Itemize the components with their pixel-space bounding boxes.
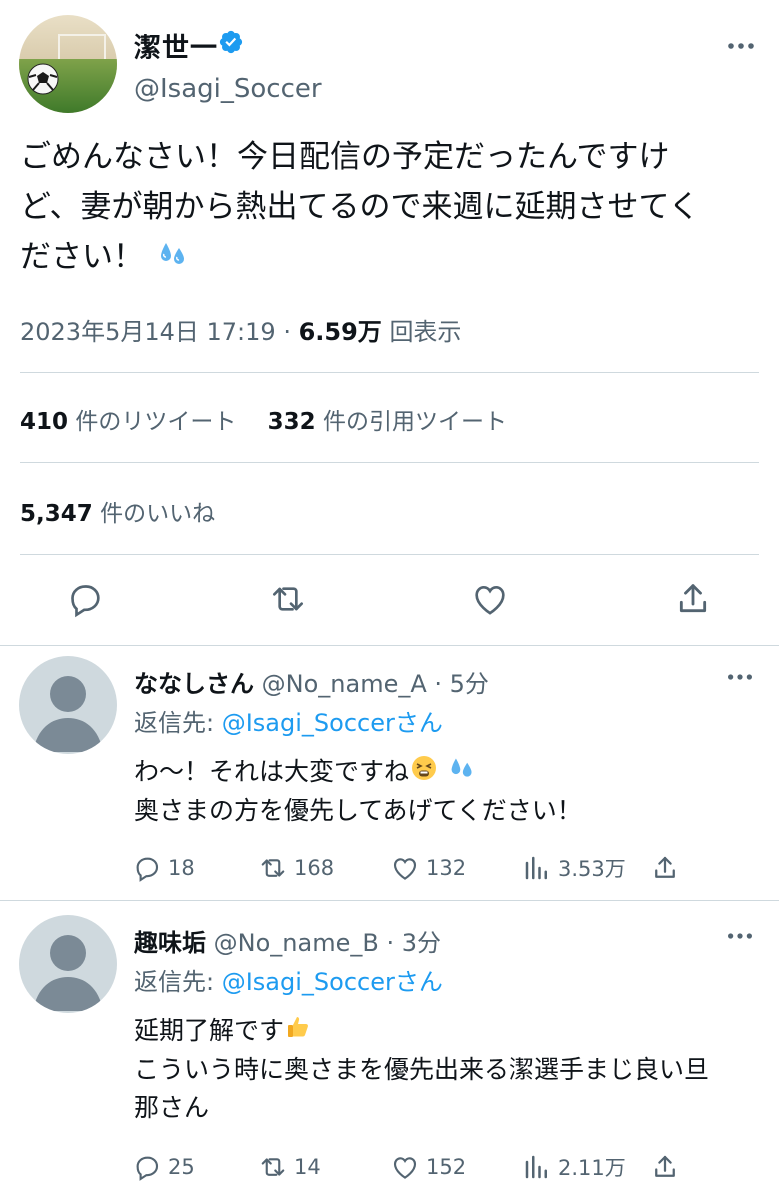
reply-count: 25 xyxy=(168,1155,195,1179)
like-button[interactable]: 152 xyxy=(390,1150,466,1184)
more-options-icon[interactable] xyxy=(725,30,757,62)
like-icon xyxy=(393,1157,417,1179)
meta-separator: · xyxy=(275,318,299,346)
retweet-icon xyxy=(261,1158,285,1176)
person-silhouette-icon xyxy=(33,676,103,752)
tweet-text-line: ださい！ xyxy=(20,232,765,284)
replying-to-prefix: 返信先: xyxy=(134,709,222,737)
tweet-text-line-content: ださい！ xyxy=(20,239,144,275)
retweet-count: 14 xyxy=(294,1155,321,1179)
author-display-name[interactable]: 潔世一 xyxy=(134,26,218,65)
divider xyxy=(20,372,759,373)
author-avatar[interactable] xyxy=(19,15,117,113)
like-count: 132 xyxy=(426,856,467,880)
retweet-button[interactable]: 168 xyxy=(258,851,334,885)
more-options-icon[interactable] xyxy=(725,921,755,951)
replying-to-link[interactable]: @Isagi_Soccerさん xyxy=(222,968,443,996)
reply-header: 趣味垢 @No_name_B · 3分 xyxy=(134,923,441,958)
reply-button[interactable]: 25 xyxy=(132,1150,195,1184)
reply-text-line: 延期了解です xyxy=(134,1012,709,1051)
reply-action-bar: 18 168 132 3.53万 xyxy=(132,851,692,885)
reply-tweet[interactable]: 趣味垢 @No_name_B · 3分 返信先: @Isagi_Soccerさん… xyxy=(0,901,779,1200)
share-icon[interactable] xyxy=(673,579,713,619)
like-icon xyxy=(393,858,417,880)
reply-text-line-content: わ〜！それは大変ですね xyxy=(134,757,410,786)
divider xyxy=(20,554,759,555)
reply-separator: · xyxy=(378,929,402,957)
view-count: 3.53万 xyxy=(558,857,626,881)
reply-text-line: こういう時に奥さまを優先出来る潔選手まじ良い旦 xyxy=(134,1055,710,1084)
like-count: 152 xyxy=(426,1155,467,1179)
like-icon[interactable] xyxy=(470,579,510,619)
tweet-text-line: ど、妻が朝から熱出てるので来週に延期させてく xyxy=(20,189,700,225)
retweet-button[interactable]: 14 xyxy=(258,1150,321,1184)
default-avatar[interactable] xyxy=(19,915,117,1013)
reply-handle[interactable]: @No_name_B xyxy=(214,929,379,957)
retweet-count[interactable]: 410 xyxy=(20,409,68,435)
main-tweet-header: 潔世一 @Isagi_Soccer xyxy=(0,0,779,120)
retweet-icon[interactable] xyxy=(268,579,308,619)
sweat-droplets-emoji xyxy=(449,754,475,792)
share-button[interactable] xyxy=(650,851,686,885)
like-button[interactable]: 132 xyxy=(390,851,466,885)
divider xyxy=(20,462,759,463)
retweet-count: 168 xyxy=(294,856,335,880)
reply-action-bar: 25 14 152 2.11万 xyxy=(132,1150,692,1184)
like-label[interactable]: 件のいいね xyxy=(100,501,215,527)
reply-display-name[interactable]: ななしさん xyxy=(134,670,254,698)
reply-count: 18 xyxy=(168,856,195,880)
reply-icon[interactable] xyxy=(65,579,105,619)
more-options-icon[interactable] xyxy=(725,662,755,692)
reply-separator: · xyxy=(426,670,450,698)
views-button[interactable]: 3.53万 xyxy=(522,851,626,885)
view-count: 2.11万 xyxy=(558,1156,626,1180)
reply-tweet[interactable]: ななしさん @No_name_A · 5分 返信先: @Isagi_Soccer… xyxy=(0,646,779,900)
views-button[interactable]: 2.11万 xyxy=(522,1150,626,1184)
sweat-droplets-emoji xyxy=(158,234,188,284)
reply-text-line-content: 延期了解です xyxy=(134,1016,285,1045)
thumbs-up-emoji xyxy=(285,1013,311,1051)
tweet-meta: 2023年5月14日 17:19 · 6.59万 回表示 xyxy=(20,312,461,347)
like-count[interactable]: 5,347 xyxy=(20,501,93,527)
reply-text-line: わ〜！それは大変ですね xyxy=(134,753,582,792)
views-chart-icon xyxy=(525,856,547,880)
reply-header: ななしさん @No_name_A · 5分 xyxy=(134,664,489,699)
reply-icon xyxy=(136,1156,159,1181)
quote-label[interactable]: 件の引用ツイート xyxy=(323,409,507,435)
replying-to-link[interactable]: @Isagi_Soccerさん xyxy=(222,709,443,737)
verified-badge-icon xyxy=(218,29,244,55)
reply-handle[interactable]: @No_name_A xyxy=(262,670,427,698)
person-silhouette-icon xyxy=(33,935,103,1011)
author-handle[interactable]: @Isagi_Soccer xyxy=(134,74,322,104)
reply-text-line: 那さん xyxy=(134,1093,210,1122)
reply-text: 延期了解です こういう時に奥さまを優先出来る潔選手まじ良い旦 那さん xyxy=(134,1012,709,1127)
reply-display-name[interactable]: 趣味垢 xyxy=(134,929,206,957)
replying-to: 返信先: @Isagi_Soccerさん xyxy=(134,703,443,738)
share-button[interactable] xyxy=(650,1150,686,1184)
reply-button[interactable]: 18 xyxy=(132,851,195,885)
default-avatar[interactable] xyxy=(19,656,117,754)
tweet-text-line: ごめんなさい！今日配信の予定だったんですけ xyxy=(20,139,670,175)
reply-time[interactable]: 5分 xyxy=(450,670,489,698)
views-chart-icon xyxy=(525,1155,547,1179)
quote-count[interactable]: 332 xyxy=(268,409,316,435)
soccer-field-avatar-image xyxy=(19,15,117,113)
view-count-label: 回表示 xyxy=(389,318,462,346)
tweet-timestamp[interactable]: 2023年5月14日 17:19 xyxy=(20,318,276,346)
share-icon xyxy=(655,856,675,878)
tired-face-emoji xyxy=(411,754,437,792)
retweet-label[interactable]: 件のリツイート xyxy=(75,409,236,435)
reply-text: わ〜！それは大変ですね 奥さまの方を優先してあげてください！ xyxy=(134,753,582,830)
reply-text-line: 奥さまの方を優先してあげてください！ xyxy=(134,796,582,825)
retweet-quote-stats: 410 件のリツイート 332 件の引用ツイート xyxy=(20,402,507,436)
like-stats: 5,347 件のいいね xyxy=(20,494,215,528)
share-icon xyxy=(655,1155,675,1177)
reply-icon xyxy=(136,857,159,882)
view-count: 6.59万 xyxy=(298,318,382,346)
replying-to: 返信先: @Isagi_Soccerさん xyxy=(134,962,443,997)
replying-to-prefix: 返信先: xyxy=(134,968,222,996)
reply-time[interactable]: 3分 xyxy=(402,929,441,957)
retweet-icon xyxy=(261,859,285,877)
tweet-text: ごめんなさい！今日配信の予定だったんですけ ど、妻が朝から熱出てるので来週に延期… xyxy=(20,132,765,284)
